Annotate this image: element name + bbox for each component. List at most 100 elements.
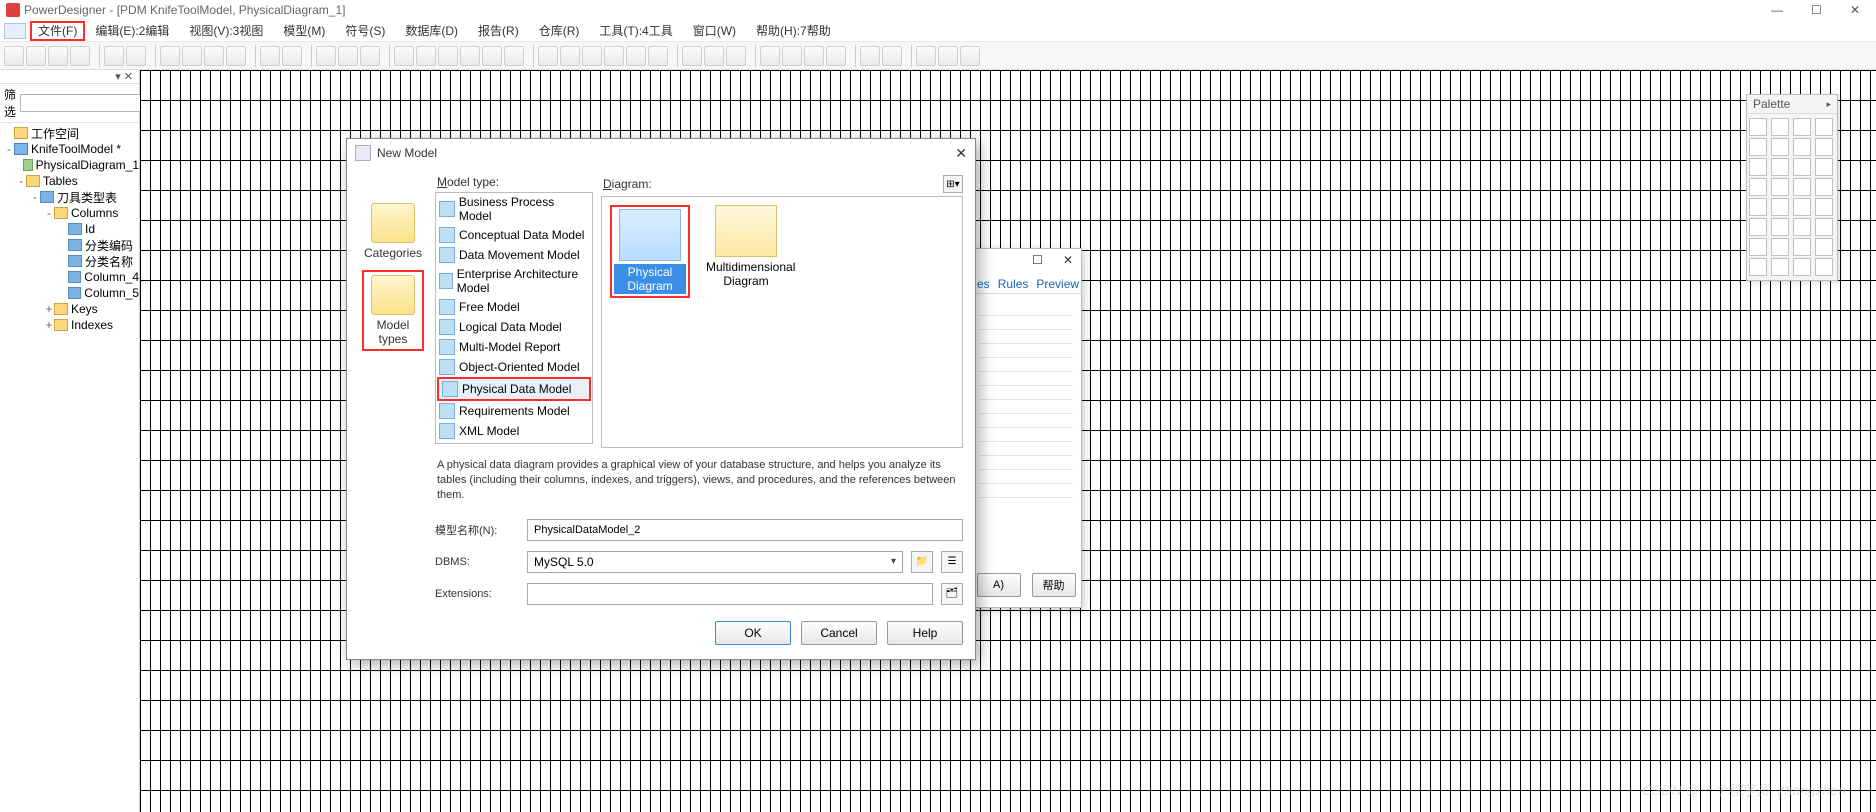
model-type-list[interactable]: Business Process ModelConceptual Data Mo… [435, 192, 593, 444]
toolbar-button[interactable] [360, 46, 380, 66]
menu-symbol[interactable]: 符号(S) [335, 20, 395, 41]
diagram-list[interactable]: Physical Diagram Multidimensional Diagra… [601, 196, 963, 448]
toolbar-button[interactable] [26, 46, 46, 66]
toolbar-button[interactable] [282, 46, 302, 66]
bd-help-button[interactable]: 帮助 [1032, 573, 1076, 597]
toolbar-button[interactable] [126, 46, 146, 66]
tree-node[interactable]: +Indexes [0, 317, 139, 333]
toolbar-button[interactable] [760, 46, 780, 66]
model-type-item[interactable]: Physical Data Model [437, 377, 591, 401]
palette-delete-icon[interactable] [1793, 138, 1811, 156]
bd-tab[interactable]: Preview [1036, 277, 1079, 291]
toolbar-button[interactable] [182, 46, 202, 66]
palette-toolbox[interactable]: Palette [1746, 94, 1838, 281]
toolbar-button[interactable] [960, 46, 980, 66]
tree-node[interactable]: -Tables [0, 173, 139, 189]
palette-arc-icon[interactable] [1815, 218, 1833, 236]
toolbar-button[interactable] [682, 46, 702, 66]
toolbar-button[interactable] [726, 46, 746, 66]
tree-node[interactable]: 工作空间 [0, 125, 139, 141]
model-type-item[interactable]: Free Model [436, 297, 592, 317]
toolbar-button[interactable] [204, 46, 224, 66]
palette-properties-icon[interactable] [1771, 138, 1789, 156]
bd-close-icon[interactable]: ☐ [1032, 253, 1043, 271]
bd-tab[interactable]: es [977, 277, 990, 291]
close-button[interactable]: ✕ [1850, 3, 1860, 17]
palette-cut-icon[interactable] [1749, 158, 1767, 176]
toolbar-button[interactable] [438, 46, 458, 66]
toolbar-button[interactable] [226, 46, 246, 66]
model-browser-tree[interactable]: 工作空间-KnifeToolModel *PhysicalDiagram_1-T… [0, 123, 139, 812]
tree-node[interactable]: +Keys [0, 301, 139, 317]
menu-file[interactable]: 文件(F) [30, 21, 85, 41]
toolbar-button[interactable] [482, 46, 502, 66]
tree-node[interactable]: 分类编码 [0, 237, 139, 253]
palette-ellipse-icon[interactable] [1771, 238, 1789, 256]
palette-tool-icon[interactable] [1815, 178, 1833, 196]
model-type-item[interactable]: Object-Oriented Model [436, 357, 592, 377]
palette-line-icon[interactable] [1793, 218, 1811, 236]
model-name-input[interactable] [527, 519, 963, 541]
palette-paste-icon[interactable] [1771, 158, 1789, 176]
palette-text-icon[interactable] [1771, 218, 1789, 236]
toolbar-button[interactable] [538, 46, 558, 66]
menu-window[interactable]: 窗口(W) [683, 20, 746, 41]
toolbar-button[interactable] [782, 46, 802, 66]
extensions-input[interactable] [527, 583, 933, 605]
dbms-select[interactable]: MySQL 5.0 [527, 551, 903, 573]
tree-node[interactable]: -刀具类型表 [0, 189, 139, 205]
dbms-browse-button[interactable]: 📁 [911, 551, 933, 573]
bd-button[interactable]: A) [977, 573, 1021, 597]
toolbar-button[interactable] [394, 46, 414, 66]
toolbar-button[interactable] [938, 46, 958, 66]
menu-database[interactable]: 数据库(D) [395, 20, 468, 41]
bd-close-icon[interactable]: ✕ [1063, 253, 1073, 271]
palette-lasso-icon[interactable] [1771, 118, 1789, 136]
palette-tool-icon[interactable] [1771, 258, 1789, 276]
palette-rectangle-icon[interactable] [1749, 238, 1767, 256]
palette-pointer-icon[interactable] [1749, 118, 1767, 136]
palette-polyline-icon[interactable] [1815, 238, 1833, 256]
model-type-item[interactable]: Conceptual Data Model [436, 225, 592, 245]
toolbar-button[interactable] [260, 46, 280, 66]
toolbar-button[interactable] [316, 46, 336, 66]
toolbar-button[interactable] [626, 46, 646, 66]
palette-rounded-rect-icon[interactable] [1793, 238, 1811, 256]
category-model-types[interactable]: Model types [362, 270, 424, 351]
tree-node[interactable]: Id [0, 221, 139, 237]
toolbar-button[interactable] [582, 46, 602, 66]
toolbar-button[interactable] [916, 46, 936, 66]
toolbar-button[interactable] [4, 46, 24, 66]
palette-procedure-icon[interactable] [1771, 178, 1789, 196]
toolbar-button[interactable] [416, 46, 436, 66]
toolbar-button[interactable] [504, 46, 524, 66]
toolbar-button[interactable] [104, 46, 124, 66]
category-categories[interactable]: Categories [362, 203, 424, 260]
cancel-button[interactable]: Cancel [801, 621, 877, 645]
toolbar-button[interactable] [826, 46, 846, 66]
toolbar-button[interactable] [882, 46, 902, 66]
model-type-item[interactable]: XML Model [436, 421, 592, 441]
extensions-browse-button[interactable]: 🗂 [941, 583, 963, 605]
help-button[interactable]: Help [887, 621, 963, 645]
dialog-close-icon[interactable]: ✕ [955, 145, 967, 162]
palette-file-icon[interactable] [1749, 198, 1767, 216]
panel-pin[interactable]: ▾ ✕ [0, 70, 139, 84]
toolbar-button[interactable] [704, 46, 724, 66]
palette-view-icon[interactable] [1815, 158, 1833, 176]
palette-link-icon[interactable] [1793, 198, 1811, 216]
menu-edit[interactable]: 编辑(E):2编辑 [85, 20, 179, 41]
toolbar-button[interactable] [338, 46, 358, 66]
diagram-view-button[interactable]: ⊞▾ [943, 175, 963, 193]
tree-node[interactable]: -Columns [0, 205, 139, 221]
menu-report[interactable]: 报告(R) [468, 20, 529, 41]
toolbar-button[interactable] [804, 46, 824, 66]
toolbar-button[interactable] [48, 46, 68, 66]
tree-node[interactable]: Column_5 [0, 285, 139, 301]
palette-grabber-icon[interactable] [1749, 138, 1767, 156]
tree-node[interactable]: 分类名称 [0, 253, 139, 269]
palette-package-icon[interactable] [1793, 178, 1811, 196]
toolbar-button[interactable] [70, 46, 90, 66]
palette-zoom-icon[interactable] [1793, 118, 1811, 136]
model-type-item[interactable]: Business Process Model [436, 193, 592, 225]
